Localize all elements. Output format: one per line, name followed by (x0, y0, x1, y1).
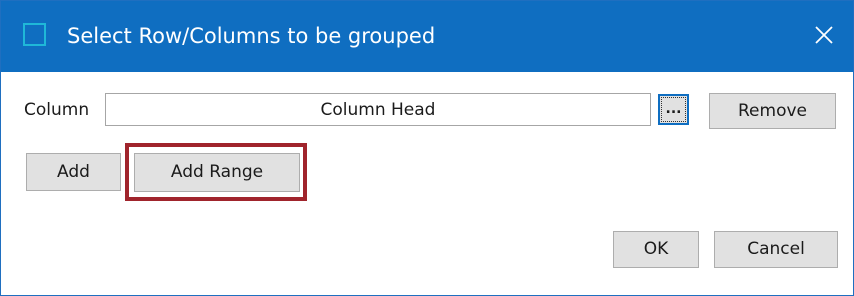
browse-button[interactable]: ... (658, 94, 689, 125)
ok-button[interactable]: OK (613, 231, 699, 268)
column-label: Column (24, 100, 90, 120)
remove-button[interactable]: Remove (709, 93, 836, 129)
window-icon (23, 23, 46, 46)
close-button[interactable] (793, 1, 853, 72)
column-input[interactable] (105, 93, 651, 126)
close-icon (815, 26, 833, 44)
dialog-title: Select Row/Columns to be grouped (67, 24, 436, 48)
dialog-window: Select Row/Columns to be grouped Column … (0, 0, 854, 296)
title-bar: Select Row/Columns to be grouped (1, 1, 853, 72)
add-button[interactable]: Add (26, 153, 121, 191)
add-range-button[interactable]: Add Range (134, 153, 300, 192)
cancel-button[interactable]: Cancel (714, 231, 838, 268)
